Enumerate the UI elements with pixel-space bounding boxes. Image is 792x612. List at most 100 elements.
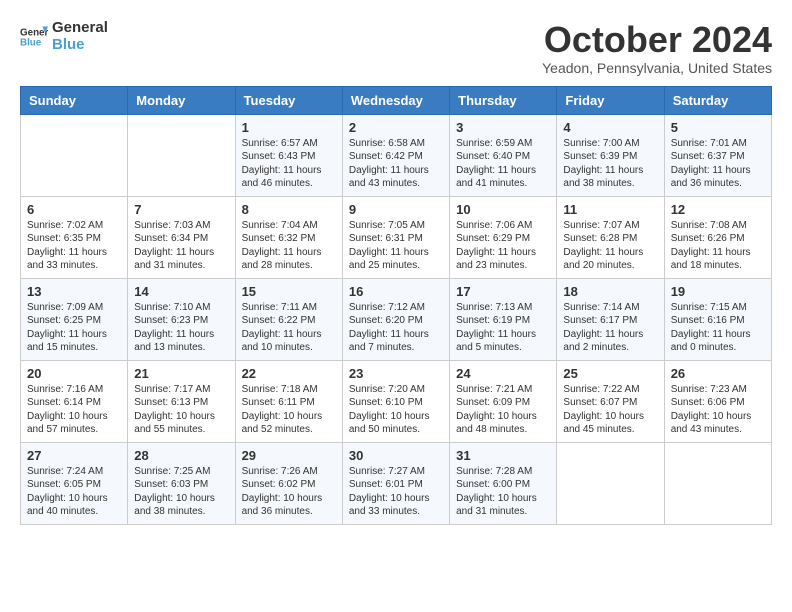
day-info: Sunrise: 7:00 AM Sunset: 6:39 PM Dayligh… [563, 137, 657, 191]
logo-general: General [52, 20, 108, 37]
day-number: 16 [349, 284, 443, 299]
calendar-cell: 14 Sunrise: 7:10 AM Sunset: 6:23 PM Dayli… [128, 278, 235, 360]
day-info: Sunrise: 6:57 AM Sunset: 6:43 PM Dayligh… [242, 137, 336, 191]
calendar-cell: 30 Sunrise: 7:27 AM Sunset: 6:01 PM Dayli… [342, 442, 449, 524]
day-info: Sunrise: 7:02 AM Sunset: 6:35 PM Dayligh… [27, 219, 121, 273]
calendar-cell: 10Sunrise: 7:06 AM Sunset: 6:29 PM Dayli… [450, 196, 557, 278]
header-thursday: Thursday [450, 86, 557, 114]
logo-blue: Blue [52, 37, 108, 54]
calendar-table: SundayMondayTuesdayWednesdayThursdayFrid… [20, 86, 772, 525]
day-number: 9 [349, 202, 443, 217]
day-info: Sunrise: 6:58 AM Sunset: 6:42 PM Dayligh… [349, 137, 443, 191]
day-number: 31 [456, 448, 550, 463]
day-number: 2 [349, 120, 443, 135]
calendar-cell: 23 Sunrise: 7:20 AM Sunset: 6:10 PM Dayli… [342, 360, 449, 442]
day-info: Sunrise: 7:01 AM Sunset: 6:37 PM Dayligh… [671, 137, 765, 191]
svg-text:Blue: Blue [20, 37, 42, 48]
header-monday: Monday [128, 86, 235, 114]
calendar-cell: 26 Sunrise: 7:23 AM Sunset: 6:06 PM Dayli… [664, 360, 771, 442]
calendar-cell: 16 Sunrise: 7:12 AM Sunset: 6:20 PM Dayli… [342, 278, 449, 360]
day-info: Sunrise: 7:10 AM Sunset: 6:23 PM Dayligh… [134, 301, 228, 355]
day-number: 23 [349, 366, 443, 381]
calendar-cell: 19 Sunrise: 7:15 AM Sunset: 6:16 PM Dayli… [664, 278, 771, 360]
calendar-cell: 6 Sunrise: 7:02 AM Sunset: 6:35 PM Daylig… [21, 196, 128, 278]
day-number: 11 [563, 202, 657, 217]
calendar-cell: 21 Sunrise: 7:17 AM Sunset: 6:13 PM Dayli… [128, 360, 235, 442]
calendar-cell: 29 Sunrise: 7:26 AM Sunset: 6:02 PM Dayli… [235, 442, 342, 524]
day-number: 4 [563, 120, 657, 135]
day-info: Sunrise: 7:07 AM Sunset: 6:28 PM Dayligh… [563, 219, 657, 273]
calendar-week-row: 20 Sunrise: 7:16 AM Sunset: 6:14 PM Dayli… [21, 360, 772, 442]
day-number: 24 [456, 366, 550, 381]
location-subtitle: Yeadon, Pennsylvania, United States [542, 60, 772, 76]
day-number: 15 [242, 284, 336, 299]
day-number: 8 [242, 202, 336, 217]
day-number: 30 [349, 448, 443, 463]
header-wednesday: Wednesday [342, 86, 449, 114]
day-number: 27 [27, 448, 121, 463]
day-info: Sunrise: 7:26 AM Sunset: 6:02 PM Dayligh… [242, 465, 336, 519]
calendar-cell: 25Sunrise: 7:22 AM Sunset: 6:07 PM Dayli… [557, 360, 664, 442]
day-info: Sunrise: 7:15 AM Sunset: 6:16 PM Dayligh… [671, 301, 765, 355]
day-number: 3 [456, 120, 550, 135]
day-info: Sunrise: 7:23 AM Sunset: 6:06 PM Dayligh… [671, 383, 765, 437]
calendar-cell: 22 Sunrise: 7:18 AM Sunset: 6:11 PM Dayli… [235, 360, 342, 442]
day-number: 29 [242, 448, 336, 463]
day-info: Sunrise: 7:25 AM Sunset: 6:03 PM Dayligh… [134, 465, 228, 519]
calendar-cell: 27 Sunrise: 7:24 AM Sunset: 6:05 PM Dayli… [21, 442, 128, 524]
day-info: Sunrise: 7:04 AM Sunset: 6:32 PM Dayligh… [242, 219, 336, 273]
calendar-cell: 11 Sunrise: 7:07 AM Sunset: 6:28 PM Dayli… [557, 196, 664, 278]
day-info: Sunrise: 7:18 AM Sunset: 6:11 PM Dayligh… [242, 383, 336, 437]
title-block: October 2024 Yeadon, Pennsylvania, Unite… [542, 20, 772, 76]
page-header: General Blue General Blue October 2024 Y… [20, 20, 772, 76]
calendar-cell [557, 442, 664, 524]
calendar-cell: 5 Sunrise: 7:01 AM Sunset: 6:37 PM Daylig… [664, 114, 771, 196]
day-number: 7 [134, 202, 228, 217]
day-number: 22 [242, 366, 336, 381]
day-info: Sunrise: 7:20 AM Sunset: 6:10 PM Dayligh… [349, 383, 443, 437]
day-info: Sunrise: 7:13 AM Sunset: 6:19 PM Dayligh… [456, 301, 550, 355]
calendar-cell: 13Sunrise: 7:09 AM Sunset: 6:25 PM Dayli… [21, 278, 128, 360]
calendar-cell: 7 Sunrise: 7:03 AM Sunset: 6:34 PM Daylig… [128, 196, 235, 278]
calendar-week-row: 1 Sunrise: 6:57 AM Sunset: 6:43 PM Daylig… [21, 114, 772, 196]
day-info: Sunrise: 7:28 AM Sunset: 6:00 PM Dayligh… [456, 465, 550, 519]
day-info: Sunrise: 7:12 AM Sunset: 6:20 PM Dayligh… [349, 301, 443, 355]
calendar-cell: 17Sunrise: 7:13 AM Sunset: 6:19 PM Dayli… [450, 278, 557, 360]
day-number: 26 [671, 366, 765, 381]
day-info: Sunrise: 7:08 AM Sunset: 6:26 PM Dayligh… [671, 219, 765, 273]
day-number: 13 [27, 284, 121, 299]
day-number: 25 [563, 366, 657, 381]
day-number: 6 [27, 202, 121, 217]
day-number: 5 [671, 120, 765, 135]
day-info: Sunrise: 7:17 AM Sunset: 6:13 PM Dayligh… [134, 383, 228, 437]
day-info: Sunrise: 7:27 AM Sunset: 6:01 PM Dayligh… [349, 465, 443, 519]
day-info: Sunrise: 7:03 AM Sunset: 6:34 PM Dayligh… [134, 219, 228, 273]
day-number: 12 [671, 202, 765, 217]
day-number: 14 [134, 284, 228, 299]
calendar-cell: 8 Sunrise: 7:04 AM Sunset: 6:32 PM Daylig… [235, 196, 342, 278]
calendar-week-row: 13Sunrise: 7:09 AM Sunset: 6:25 PM Dayli… [21, 278, 772, 360]
day-info: Sunrise: 7:24 AM Sunset: 6:05 PM Dayligh… [27, 465, 121, 519]
calendar-cell [664, 442, 771, 524]
calendar-cell: 1 Sunrise: 6:57 AM Sunset: 6:43 PM Daylig… [235, 114, 342, 196]
calendar-cell: 24 Sunrise: 7:21 AM Sunset: 6:09 PM Dayli… [450, 360, 557, 442]
day-number: 21 [134, 366, 228, 381]
calendar-cell: 20 Sunrise: 7:16 AM Sunset: 6:14 PM Dayli… [21, 360, 128, 442]
day-number: 19 [671, 284, 765, 299]
calendar-cell: 18Sunrise: 7:14 AM Sunset: 6:17 PM Dayli… [557, 278, 664, 360]
calendar-cell: 12 Sunrise: 7:08 AM Sunset: 6:26 PM Dayli… [664, 196, 771, 278]
header-friday: Friday [557, 86, 664, 114]
day-info: Sunrise: 7:06 AM Sunset: 6:29 PM Dayligh… [456, 219, 550, 273]
logo-icon: General Blue [20, 23, 48, 51]
calendar-cell: 15Sunrise: 7:11 AM Sunset: 6:22 PM Dayli… [235, 278, 342, 360]
day-number: 1 [242, 120, 336, 135]
calendar-header-row: SundayMondayTuesdayWednesdayThursdayFrid… [21, 86, 772, 114]
calendar-cell: 31 Sunrise: 7:28 AM Sunset: 6:00 PM Dayli… [450, 442, 557, 524]
calendar-cell: 2 Sunrise: 6:58 AM Sunset: 6:42 PM Daylig… [342, 114, 449, 196]
day-info: Sunrise: 7:21 AM Sunset: 6:09 PM Dayligh… [456, 383, 550, 437]
calendar-cell: 28Sunrise: 7:25 AM Sunset: 6:03 PM Dayli… [128, 442, 235, 524]
calendar-cell: 3Sunrise: 6:59 AM Sunset: 6:40 PM Daylig… [450, 114, 557, 196]
day-info: Sunrise: 7:16 AM Sunset: 6:14 PM Dayligh… [27, 383, 121, 437]
calendar-week-row: 6 Sunrise: 7:02 AM Sunset: 6:35 PM Daylig… [21, 196, 772, 278]
day-number: 20 [27, 366, 121, 381]
